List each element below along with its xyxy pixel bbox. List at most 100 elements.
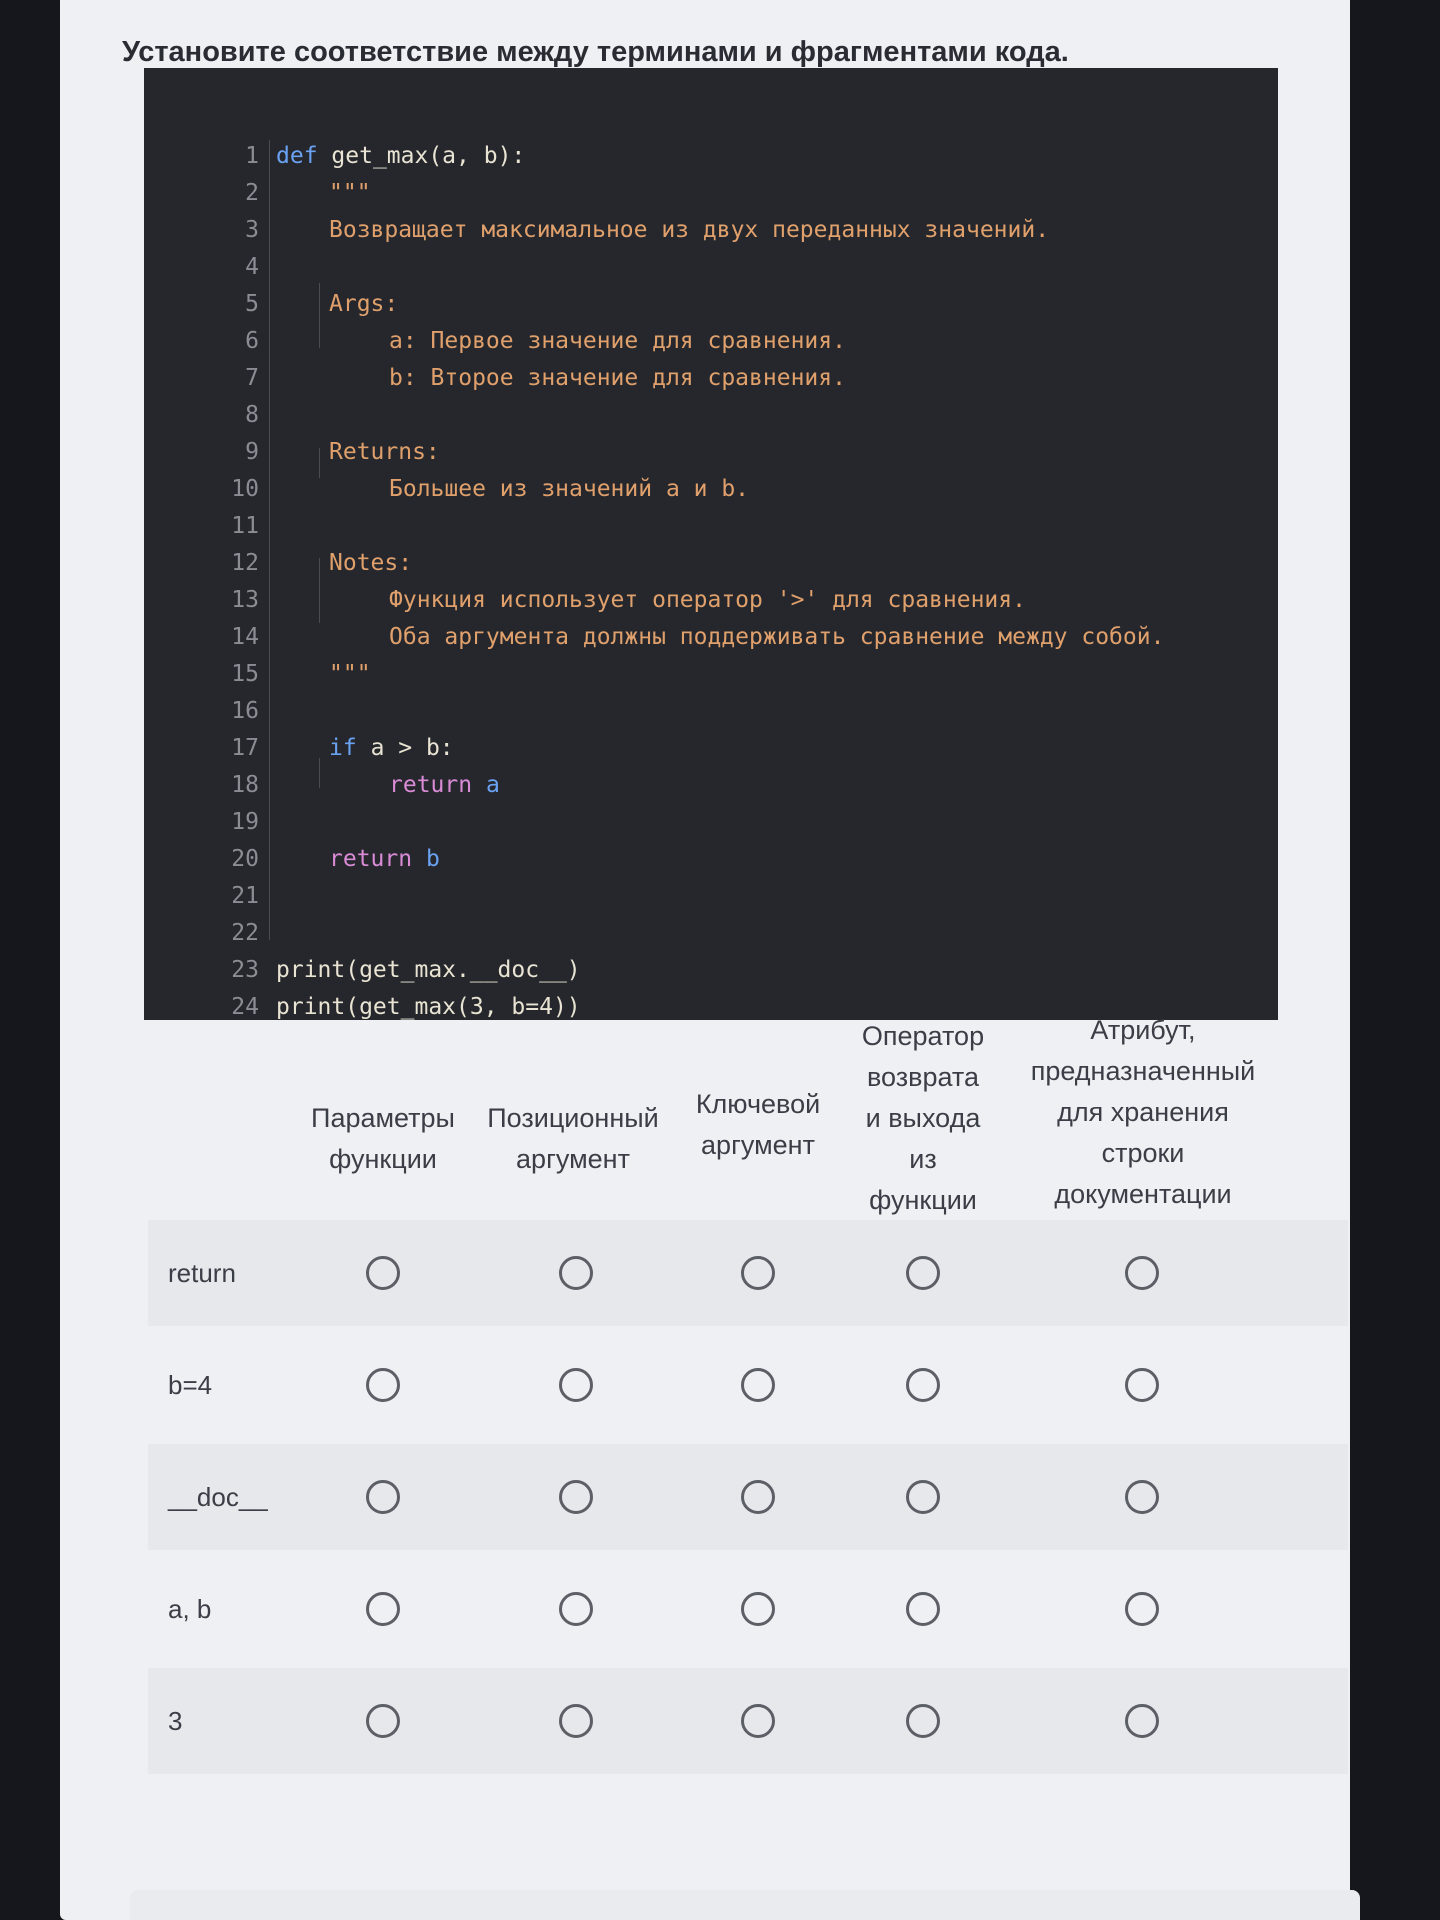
code-token: """ <box>329 180 371 206</box>
radio-option[interactable] <box>366 1256 400 1290</box>
radio-option[interactable] <box>1125 1592 1159 1626</box>
column-header: Параметры функции <box>311 1103 455 1174</box>
radio-option[interactable] <box>366 1592 400 1626</box>
radio-option[interactable] <box>1125 1256 1159 1290</box>
line-number: 20 <box>231 846 259 872</box>
radio-option[interactable] <box>741 1368 775 1402</box>
radio-option[interactable] <box>741 1480 775 1514</box>
row-label: b=4 <box>168 1370 213 1400</box>
radio-option[interactable] <box>559 1592 593 1626</box>
radio-option[interactable] <box>1125 1368 1159 1402</box>
code-line: 17 if a > b: <box>144 730 1278 767</box>
code-line: 19 <box>144 804 1278 841</box>
radio-option[interactable] <box>559 1480 593 1514</box>
line-number: 24 <box>231 994 259 1020</box>
code-token: Args: <box>329 291 399 317</box>
radio-option[interactable] <box>741 1704 775 1738</box>
radio-option[interactable] <box>906 1256 940 1290</box>
code-token: a: Первое значение для сравнения. <box>389 328 846 354</box>
column-header: Оператор возврата и выхода из функции <box>861 1021 985 1215</box>
radio-option[interactable] <box>906 1368 940 1402</box>
line-number: 19 <box>231 809 259 835</box>
code-line: 10 Большее из значений a и b. <box>144 471 1278 508</box>
line-number: 6 <box>245 328 259 354</box>
line-number: 21 <box>231 883 259 909</box>
line-number: 10 <box>231 476 259 502</box>
code-line: 18 return a <box>144 767 1278 804</box>
line-number: 2 <box>245 180 259 206</box>
line-number: 9 <box>245 439 259 465</box>
table-row: return <box>148 1220 1348 1326</box>
line-number: 1 <box>245 143 259 169</box>
line-number: 4 <box>245 254 259 280</box>
radio-option[interactable] <box>366 1368 400 1402</box>
column-header: Ключевой аргумент <box>695 1089 821 1160</box>
code-line: 16 <box>144 693 1278 730</box>
table-row: 3 <box>148 1668 1348 1774</box>
line-number: 8 <box>245 402 259 428</box>
radio-option[interactable] <box>559 1256 593 1290</box>
radio-option[interactable] <box>1125 1704 1159 1738</box>
column-header: Позиционный аргумент <box>487 1103 659 1174</box>
line-number: 14 <box>231 624 259 650</box>
code-token: """ <box>329 661 371 687</box>
line-number: 15 <box>231 661 259 687</box>
line-number: 16 <box>231 698 259 724</box>
code-token: Функция использует оператор '>' для срав… <box>389 587 1026 613</box>
row-label: 3 <box>168 1706 183 1736</box>
table-row: __doc__ <box>148 1444 1348 1550</box>
line-number: 22 <box>231 920 259 946</box>
radio-option[interactable] <box>366 1704 400 1738</box>
code-token: b <box>425 846 440 872</box>
code-line: 7 b: Второе значение для сравнения. <box>144 360 1278 397</box>
code-token: return <box>389 772 473 798</box>
code-token: print(get_max.__doc__) <box>276 957 581 983</box>
code-token: a <box>485 772 500 798</box>
code-line: 9 Returns: <box>144 434 1278 471</box>
code-token: b: Второе значение для сравнения. <box>389 365 846 391</box>
code-line: 6 a: Первое значение для сравнения. <box>144 323 1278 360</box>
code-token: Большее из значений a и b. <box>389 476 750 502</box>
radio-option[interactable] <box>559 1368 593 1402</box>
radio-option[interactable] <box>1125 1480 1159 1514</box>
radio-option[interactable] <box>741 1256 775 1290</box>
line-number: 11 <box>231 513 259 539</box>
row-label: __doc__ <box>168 1482 268 1512</box>
line-number: 5 <box>245 291 259 317</box>
code-line: 2 """ <box>144 175 1278 212</box>
radio-option[interactable] <box>366 1480 400 1514</box>
line-number: 23 <box>231 957 259 983</box>
code-token: Возвращает максимальное из двух переданн… <box>329 217 1050 243</box>
code-token: def <box>276 143 318 169</box>
radio-option[interactable] <box>906 1480 940 1514</box>
next-question-card <box>130 1890 1360 1920</box>
code-token: Returns: <box>329 439 440 465</box>
radio-option[interactable] <box>559 1704 593 1738</box>
line-number: 18 <box>231 772 259 798</box>
question-text: Установите соответствие между терминами … <box>122 36 1069 68</box>
code-token: Оба аргумента должны поддерживать сравне… <box>389 624 1165 650</box>
line-number: 12 <box>231 550 259 576</box>
code-line: 1 def get_max(a, b): <box>144 138 1278 175</box>
code-token: get_max(a, b): <box>331 143 526 169</box>
code-token: Notes: <box>329 550 413 576</box>
table-row: b=4 <box>148 1332 1348 1438</box>
code-line: 20 return b <box>144 841 1278 878</box>
code-line: 8 <box>144 397 1278 434</box>
code-line: 13 Функция использует оператор '>' для с… <box>144 582 1278 619</box>
code-line: 15 """ <box>144 656 1278 693</box>
line-number: 3 <box>245 217 259 243</box>
code-line: 14 Оба аргумента должны поддерживать сра… <box>144 619 1278 656</box>
code-token: return <box>329 846 413 872</box>
code-line: 21 <box>144 878 1278 915</box>
code-token: print(get_max(3, b=4)) <box>276 994 581 1020</box>
code-line: 11 <box>144 508 1278 545</box>
radio-option[interactable] <box>741 1592 775 1626</box>
radio-option[interactable] <box>906 1704 940 1738</box>
line-number: 13 <box>231 587 259 613</box>
radio-option[interactable] <box>906 1592 940 1626</box>
row-label: return <box>168 1258 236 1288</box>
code-line: 5 Args: <box>144 286 1278 323</box>
table-row: a, b <box>148 1556 1348 1662</box>
question-card: Установите соответствие между терминами … <box>60 0 1350 1920</box>
